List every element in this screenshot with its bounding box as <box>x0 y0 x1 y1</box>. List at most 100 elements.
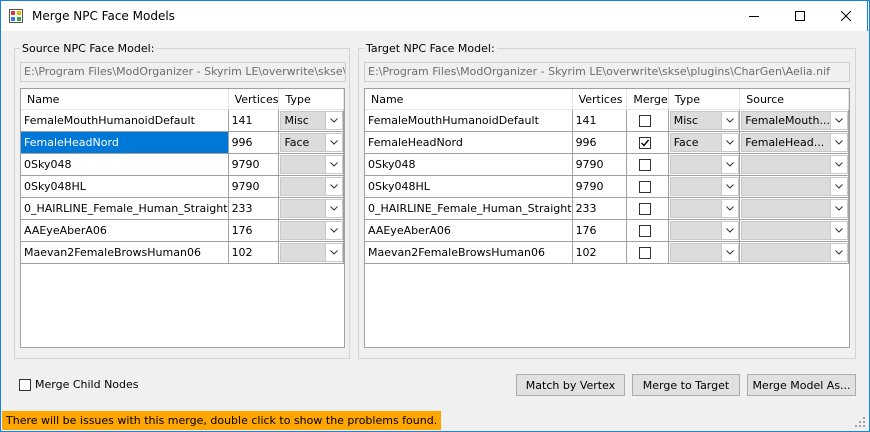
target-path-field[interactable]: E:\Program Files\ModOrganizer - Skyrim L… <box>364 62 850 82</box>
dropdown-arrow[interactable] <box>830 178 847 195</box>
target-type-dropdown[interactable] <box>669 221 739 240</box>
merge-checkbox[interactable] <box>639 115 652 127</box>
merge-checkbox[interactable] <box>639 159 652 171</box>
merge-child-nodes-box[interactable] <box>19 378 31 391</box>
source-type-dropdown[interactable]: Misc <box>280 111 343 130</box>
target-row-merge-cell[interactable] <box>626 131 669 154</box>
source-row-vertices[interactable]: 9790 <box>228 175 280 198</box>
target-row-merge-cell[interactable] <box>626 109 669 132</box>
target-row-source-cell[interactable] <box>739 153 849 176</box>
target-row-vertices[interactable]: 141 <box>572 109 628 132</box>
target-type-dropdown[interactable] <box>669 177 739 196</box>
source-row-type-cell[interactable] <box>278 241 344 264</box>
source-type-dropdown[interactable] <box>280 155 343 174</box>
target-row-type-cell[interactable] <box>668 153 741 176</box>
source-row-vertices[interactable]: 176 <box>228 219 280 242</box>
target-type-dropdown[interactable]: Misc <box>669 111 739 130</box>
target-row-merge-cell[interactable] <box>626 219 669 242</box>
source-row-vertices[interactable]: 102 <box>228 241 280 264</box>
target-row-name[interactable]: FemaleHeadNord <box>365 131 573 154</box>
target-source-dropdown[interactable]: FemaleHead... <box>741 133 848 152</box>
dropdown-arrow[interactable] <box>325 222 342 239</box>
target-type-dropdown[interactable] <box>669 243 739 262</box>
source-row-name[interactable]: Maevan2FemaleBrowsHuman06 <box>21 241 229 264</box>
target-source-dropdown[interactable] <box>741 155 848 174</box>
merge-child-nodes-checkbox[interactable]: Merge Child Nodes <box>19 378 139 391</box>
source-type-dropdown[interactable]: Face <box>280 133 343 152</box>
dropdown-arrow[interactable] <box>325 200 342 217</box>
source-col-name[interactable]: Name <box>21 89 229 110</box>
source-row-vertices[interactable]: 141 <box>228 109 280 132</box>
source-row-type-cell[interactable]: Face <box>278 131 344 154</box>
source-type-dropdown[interactable] <box>280 221 343 240</box>
source-row-type-cell[interactable] <box>278 219 344 242</box>
target-row-name[interactable]: 0Sky048 <box>365 153 573 176</box>
source-row-type-cell[interactable] <box>278 197 344 220</box>
target-row-type-cell[interactable]: Face <box>668 131 741 154</box>
dropdown-arrow[interactable] <box>830 156 847 173</box>
target-col-vertices[interactable]: Vertices <box>572 89 628 110</box>
merge-checkbox[interactable] <box>639 225 652 237</box>
dropdown-arrow[interactable] <box>830 244 847 261</box>
merge-checkbox[interactable] <box>639 181 652 193</box>
source-row-name[interactable]: FemaleMouthHumanoidDefault <box>21 109 229 132</box>
dropdown-arrow[interactable] <box>830 112 847 129</box>
target-col-name[interactable]: Name <box>365 89 573 110</box>
target-row-type-cell[interactable] <box>668 241 741 264</box>
target-row[interactable]: 0_HAIRLINE_Female_Human_Straight 233 <box>365 197 849 220</box>
target-type-dropdown[interactable]: Face <box>669 133 739 152</box>
target-row-source-cell[interactable] <box>739 241 849 264</box>
target-row-merge-cell[interactable] <box>626 197 669 220</box>
merge-model-as-button[interactable]: Merge Model As... <box>747 374 856 396</box>
source-col-type[interactable]: Type <box>278 89 344 110</box>
merge-checkbox[interactable] <box>639 247 652 259</box>
target-row[interactable]: 0Sky048HL 9790 <box>365 175 849 198</box>
target-type-dropdown[interactable] <box>669 199 739 218</box>
source-row-type-cell[interactable]: Misc <box>278 109 344 132</box>
resize-grip-icon[interactable] <box>854 416 866 428</box>
target-row[interactable]: FemaleHeadNord 996 Face FemaleHead... <box>365 131 849 154</box>
dropdown-arrow[interactable] <box>325 134 342 151</box>
dropdown-arrow[interactable] <box>721 112 739 129</box>
target-row-merge-cell[interactable] <box>626 153 669 176</box>
merge-to-target-button[interactable]: Merge to Target <box>632 374 740 396</box>
source-row-name[interactable]: 0_HAIRLINE_Female_Human_Straight <box>21 197 229 220</box>
target-row-source-cell[interactable] <box>739 197 849 220</box>
target-row-vertices[interactable]: 9790 <box>572 175 628 198</box>
target-row-vertices[interactable]: 176 <box>572 219 628 242</box>
dropdown-arrow[interactable] <box>721 134 739 151</box>
source-row-type-cell[interactable] <box>278 175 344 198</box>
target-source-dropdown[interactable] <box>741 177 848 196</box>
merge-warning-message[interactable]: There will be issues with this merge, do… <box>2 411 442 430</box>
dropdown-arrow[interactable] <box>830 200 847 217</box>
source-row[interactable]: 0Sky048 9790 <box>21 153 344 176</box>
dropdown-arrow[interactable] <box>325 112 342 129</box>
close-button[interactable] <box>823 1 869 31</box>
merge-checkbox[interactable] <box>639 137 652 149</box>
source-row-name[interactable]: FemaleHeadNord <box>21 131 229 154</box>
target-row-name[interactable]: 0_HAIRLINE_Female_Human_Straight <box>365 197 573 220</box>
source-row-name[interactable]: AAEyeAberA06 <box>21 219 229 242</box>
target-row-name[interactable]: AAEyeAberA06 <box>365 219 573 242</box>
target-col-type[interactable]: Type <box>668 89 741 110</box>
maximize-button[interactable] <box>777 1 823 31</box>
source-row[interactable]: 0Sky048HL 9790 <box>21 175 344 198</box>
source-type-dropdown[interactable] <box>280 177 343 196</box>
source-row[interactable]: FemaleMouthHumanoidDefault 141 Misc <box>21 109 344 132</box>
target-row-type-cell[interactable] <box>668 219 741 242</box>
source-col-vertices[interactable]: Vertices <box>228 89 280 110</box>
source-row-type-cell[interactable] <box>278 153 344 176</box>
source-row-vertices[interactable]: 9790 <box>228 153 280 176</box>
dropdown-arrow[interactable] <box>721 244 739 261</box>
source-row[interactable]: Maevan2FemaleBrowsHuman06 102 <box>21 241 344 264</box>
dropdown-arrow[interactable] <box>325 178 342 195</box>
target-row[interactable]: AAEyeAberA06 176 <box>365 219 849 242</box>
target-source-dropdown[interactable]: FemaleMouth... <box>741 111 848 130</box>
source-row-vertices[interactable]: 233 <box>228 197 280 220</box>
target-row-merge-cell[interactable] <box>626 175 669 198</box>
source-row-name[interactable]: 0Sky048HL <box>21 175 229 198</box>
dropdown-arrow[interactable] <box>830 134 847 151</box>
dropdown-arrow[interactable] <box>325 156 342 173</box>
target-col-merge[interactable]: Merge <box>626 89 669 110</box>
target-row-source-cell[interactable] <box>739 175 849 198</box>
